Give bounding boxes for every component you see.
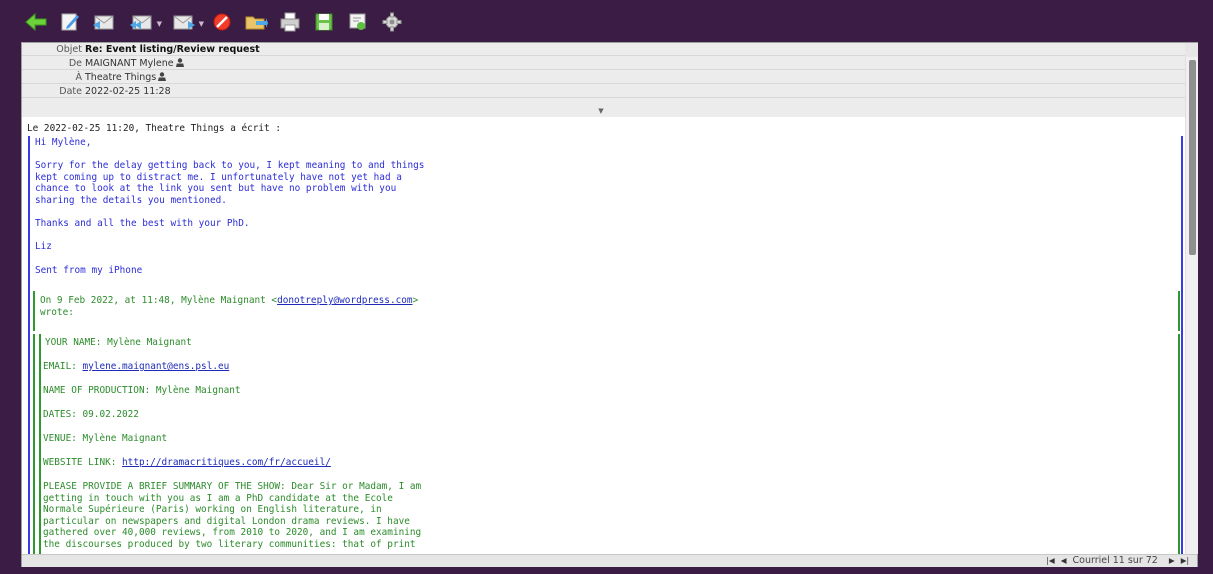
summary-line: particular on newspapers and digital Lon… xyxy=(43,515,410,527)
form-dates: DATES: 09.02.2022 xyxy=(43,409,139,420)
chevron-down-icon[interactable]: ▼ xyxy=(199,20,204,28)
form-email-link[interactable]: mylene.maignant@ens.psl.eu xyxy=(83,361,230,372)
email-link[interactable]: donotreply@wordpress.com xyxy=(277,295,412,306)
form-name: YOUR NAME: Mylène Maignant xyxy=(45,337,192,348)
to-value[interactable]: Theatre Things xyxy=(85,72,156,83)
chevron-down-icon[interactable]: ▼ xyxy=(157,20,162,28)
to-label: À xyxy=(75,72,83,83)
previous-message-icon[interactable]: ◀ xyxy=(1061,556,1067,565)
reply-line: sharing the details you mentioned. xyxy=(35,195,227,206)
last-message-icon[interactable]: ▶| xyxy=(1181,556,1189,565)
forward-icon[interactable]: ▼ xyxy=(166,8,204,36)
nested-quote-form: YOUR NAME: Mylène Maignant EMAIL: mylene… xyxy=(33,334,1180,554)
form-website-label: WEBSITE LINK: xyxy=(43,457,123,468)
form-website-link[interactable]: http://dramacritiques.com/fr/accueil/ xyxy=(122,457,331,468)
reply-icon[interactable] xyxy=(90,8,118,36)
quote-header-prefix: On 9 Feb 2022, at 11:48, Mylène Maignant… xyxy=(40,295,278,306)
summary-line: gathered over 40,000 reviews, from 2010 … xyxy=(43,527,422,539)
reply-line: chance to look at the link you sent but … xyxy=(35,183,397,195)
message-body: Le 2022-02-25 11:20, Theatre Things a éc… xyxy=(22,118,1185,554)
settings-gear-icon[interactable] xyxy=(378,8,406,36)
form-production: NAME OF PRODUCTION: Mylène Maignant xyxy=(43,385,241,396)
block-icon[interactable] xyxy=(208,8,236,36)
from-row: De MAIGNANT Mylene xyxy=(22,57,1185,70)
subject-value: Re: Event listing/Review request xyxy=(85,44,260,55)
move-to-folder-icon[interactable] xyxy=(242,8,270,36)
form-email-label: EMAIL: xyxy=(43,361,83,372)
reply-line: Sent from my iPhone xyxy=(35,264,143,276)
date-row: Date 2022-02-25 11:28 xyxy=(22,85,1185,98)
expand-headers-icon[interactable]: ▼ xyxy=(596,107,606,115)
reply-line: Hi Mylène, xyxy=(35,137,92,148)
status-bar: |◀ ◀ Courriel 11 sur 72 ▶ ▶| xyxy=(22,554,1197,567)
scrollbar[interactable] xyxy=(1185,57,1198,554)
first-message-icon[interactable]: |◀ xyxy=(1046,556,1054,565)
message-counter: Courriel 11 sur 72 xyxy=(1072,555,1158,566)
to-row: À Theatre Things xyxy=(22,71,1185,84)
contact-icon[interactable] xyxy=(158,72,167,81)
summary-line: PLEASE PROVIDE A BRIEF SUMMARY OF THE SH… xyxy=(43,481,422,492)
subject-row: Objet Re: Event listing/Review request xyxy=(22,43,1185,56)
scrollbar-thumb[interactable] xyxy=(1189,60,1196,255)
reply-all-icon[interactable]: ▼ xyxy=(124,8,162,36)
message-panel: Objet Re: Event listing/Review request D… xyxy=(21,42,1198,567)
back-arrow-icon[interactable] xyxy=(22,8,50,36)
date-value: 2022-02-25 11:28 xyxy=(85,86,171,97)
date-label: Date xyxy=(59,86,82,97)
message-navigation: |◀ ◀ Courriel 11 sur 72 ▶ ▶| xyxy=(1043,555,1189,567)
form-venue: VENUE: Mylène Maignant xyxy=(43,433,168,444)
reply-line: kept coming up to distract me. I unfortu… xyxy=(35,171,402,183)
from-value[interactable]: MAIGNANT Mylene xyxy=(85,58,174,69)
reply-line: Sorry for the delay getting back to you,… xyxy=(35,160,425,172)
summary-line: the discourses produced by two literary … xyxy=(43,539,416,550)
reply-line: Thanks and all the best with your PhD. xyxy=(35,218,250,230)
compose-icon[interactable] xyxy=(56,8,84,36)
scrollbar-top xyxy=(1185,43,1198,57)
toolbar: ▼ ▼ xyxy=(22,6,412,38)
save-icon[interactable] xyxy=(310,8,338,36)
nested-quote-header: On 9 Feb 2022, at 11:48, Mylène Maignant… xyxy=(33,291,1180,331)
summary-line: Normale Supérieure (Paris) working on En… xyxy=(43,504,382,516)
reply-line: Liz xyxy=(35,241,52,253)
quote-header-wrote: wrote: xyxy=(40,307,74,318)
subject-label: Objet xyxy=(56,44,82,55)
message-headers: Objet Re: Event listing/Review request D… xyxy=(22,43,1185,117)
certificate-icon[interactable] xyxy=(344,8,372,36)
quote-intro: Le 2022-02-25 11:20, Theatre Things a éc… xyxy=(27,123,281,134)
mail-window: ▼ ▼ Objet Re: Event listing/Review reque… xyxy=(0,0,1213,574)
reply-quote-block: Hi Mylène, Sorry for the delay getting ba… xyxy=(28,136,1183,554)
print-icon[interactable] xyxy=(276,8,304,36)
quote-header-suffix: > xyxy=(412,295,419,306)
summary-line: getting in touch with you as I am a PhD … xyxy=(43,492,393,504)
contact-icon[interactable] xyxy=(175,58,184,67)
next-message-icon[interactable]: ▶ xyxy=(1169,556,1175,565)
from-label: De xyxy=(68,58,82,69)
